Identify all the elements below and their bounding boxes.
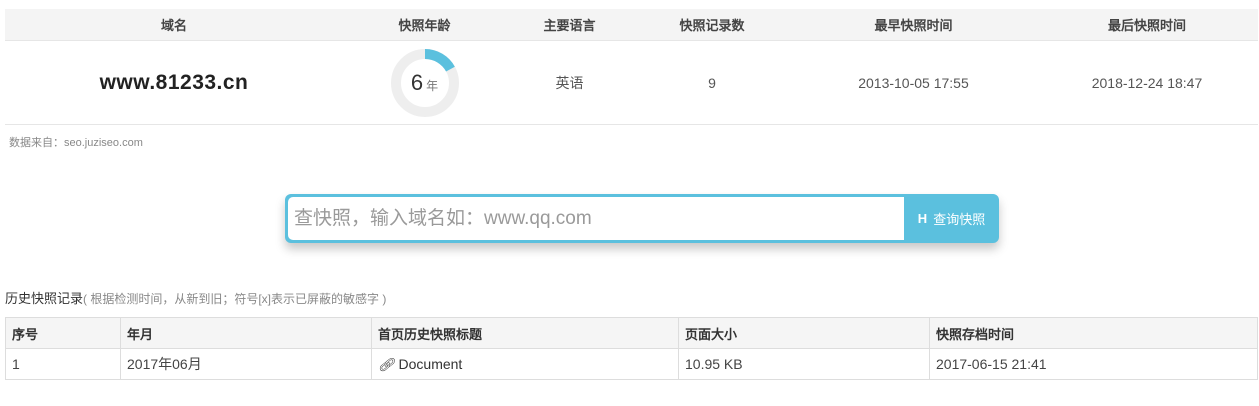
earliest-value: 2013-10-05 17:55 (858, 74, 969, 91)
summary-header: 域名 快照年龄 主要语言 快照记录数 最早快照时间 最后快照时间 (5, 9, 1258, 41)
row-title-text: Document (398, 355, 463, 372)
row-index: 1 (5, 348, 121, 380)
age-value: 6 (410, 69, 424, 95)
row-title-link[interactable]: 🔗︎ Document (371, 348, 679, 380)
row-month: 2017年06月 (120, 348, 372, 380)
latest-value: 2018-12-24 18:47 (1091, 74, 1203, 91)
search-snapshot-button[interactable]: H 查询快照 (904, 194, 999, 243)
col-size: 页面大小 (678, 317, 930, 349)
col-index: 序号 (5, 317, 121, 349)
history-note: ( 根据检测时间，从新到旧；符号[x]表示已屏蔽的敏感字 ) (83, 292, 387, 306)
summary-row: www.81233.cn 6 年 英语 9 2013-10-05 17:55 2… (5, 41, 1258, 125)
col-archive-time: 快照存档时间 (929, 317, 1258, 349)
history-header-row: 序号 年月 首页历史快照标题 页面大小 快照存档时间 (5, 317, 1258, 349)
header-earliest: 最早快照时间 (874, 18, 953, 33)
row-archive-time: 2017-06-15 21:41 (929, 348, 1258, 380)
link-icon: 🔗︎ (378, 356, 395, 372)
search-bar: H 查询快照 (285, 194, 999, 243)
language-value: 英语 (555, 74, 584, 91)
header-age: 快照年龄 (398, 18, 451, 33)
row-size: 10.95 KB (678, 348, 930, 380)
age-ring: 6 年 (390, 48, 459, 117)
table-row: 1 2017年06月 🔗︎ Document 10.95 KB 2017-06-1… (5, 348, 1258, 380)
snapshot-summary: 域名 快照年龄 主要语言 快照记录数 最早快照时间 最后快照时间 www.812… (5, 9, 1258, 125)
data-source-note: 数据来自：seo.juziseo.com (9, 137, 143, 149)
header-count: 快照记录数 (679, 18, 745, 33)
search-input[interactable] (288, 197, 904, 240)
domain-name: www.81233.cn (99, 70, 249, 94)
age-unit: 年 (426, 79, 439, 93)
history-heading: 历史快照记录( 根据检测时间，从新到旧；符号[x]表示已屏蔽的敏感字 ) (5, 288, 386, 307)
header-domain: 域名 (160, 18, 187, 33)
col-month: 年月 (120, 317, 372, 349)
col-title: 首页历史快照标题 (371, 317, 679, 349)
history-table: 序号 年月 首页历史快照标题 页面大小 快照存档时间 1 2017年06月 🔗︎… (5, 317, 1258, 380)
search-button-label: 查询快照 (933, 212, 986, 227)
header-latest: 最后快照时间 (1107, 18, 1186, 33)
h-icon: H (917, 211, 928, 226)
header-language: 主要语言 (543, 18, 596, 33)
age-cell: 6 年 (343, 48, 506, 117)
age-label: 6 年 (391, 49, 459, 117)
record-count-value: 9 (708, 74, 716, 91)
history-title: 历史快照记录 (5, 291, 84, 306)
domain-cell: www.81233.cn (5, 71, 343, 95)
